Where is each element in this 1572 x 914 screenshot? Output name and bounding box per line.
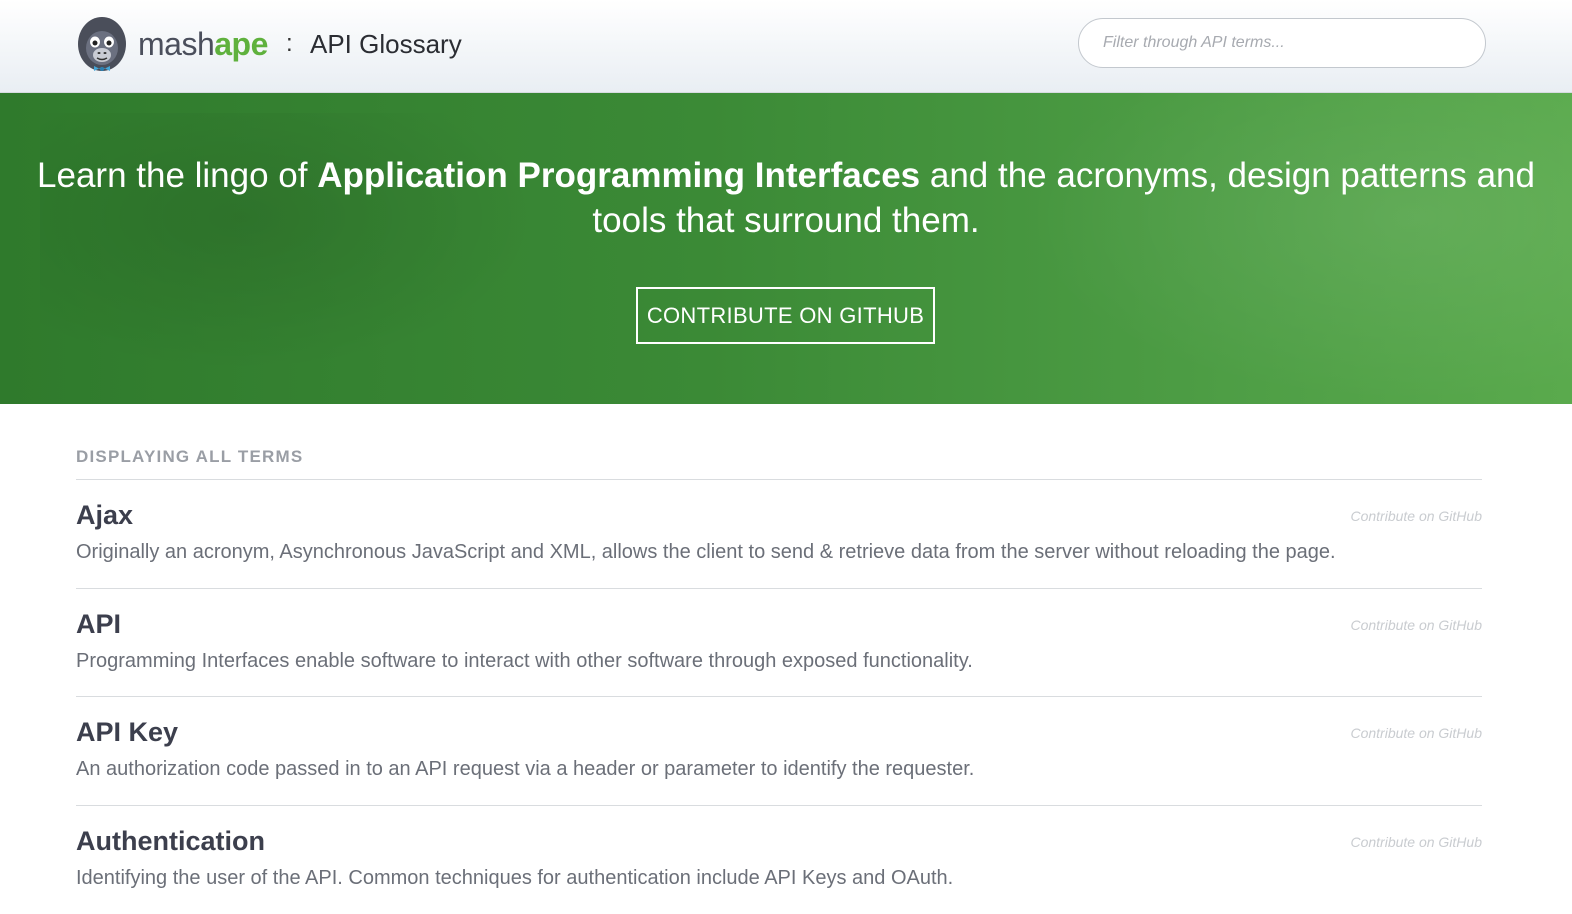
contribute-link[interactable]: Contribute on GitHub	[1350, 617, 1482, 633]
list-heading: DISPLAYING ALL TERMS	[76, 447, 303, 467]
hero-text-before: Learn the lingo of	[37, 156, 317, 195]
list-item-api: API Contribute on GitHub Programming Int…	[76, 589, 1482, 698]
hero-text-bold: Application Programming Interfaces	[317, 156, 920, 195]
hero-banner: Learn the lingo of Application Programmi…	[0, 93, 1572, 404]
term-title: Authentication	[76, 826, 265, 857]
term-description: Identifying the user of the API. Common …	[76, 867, 953, 890]
term-description: Programming Interfaces enable software t…	[76, 650, 973, 673]
term-title: API	[76, 609, 121, 640]
term-description: An authorization code passed in to an AP…	[76, 758, 974, 781]
term-title: Ajax	[76, 500, 133, 531]
hero-shadow	[40, 113, 540, 373]
hero-tagline: Learn the lingo of Application Programmi…	[0, 153, 1572, 243]
term-title: API Key	[76, 717, 178, 748]
brand-wordmark[interactable]: mashape	[138, 24, 268, 64]
list-item-ajax: Ajax Contribute on GitHub Originally an …	[76, 480, 1482, 589]
brand-mash: mash	[138, 26, 214, 62]
contribute-link[interactable]: Contribute on GitHub	[1350, 508, 1482, 524]
brand-separator: :	[286, 30, 293, 58]
gorilla-logo-icon[interactable]	[76, 14, 128, 78]
contribute-github-button[interactable]: CONTRIBUTE ON GITHUB	[636, 287, 935, 344]
list-item-api-key: API Key Contribute on GitHub An authoriz…	[76, 697, 1482, 806]
hero-highlight	[1020, 93, 1572, 404]
term-description: Originally an acronym, Asynchronous Java…	[76, 541, 1336, 564]
brand-ape: ape	[214, 26, 268, 62]
top-header: mashape : API Glossary	[0, 0, 1572, 93]
contribute-link[interactable]: Contribute on GitHub	[1350, 725, 1482, 741]
search-input[interactable]	[1078, 18, 1486, 68]
page-title: API Glossary	[310, 28, 462, 60]
contribute-link[interactable]: Contribute on GitHub	[1350, 834, 1482, 850]
list-item-authentication: Authentication Contribute on GitHub Iden…	[76, 806, 1482, 914]
terms-list: Ajax Contribute on GitHub Originally an …	[76, 479, 1482, 914]
